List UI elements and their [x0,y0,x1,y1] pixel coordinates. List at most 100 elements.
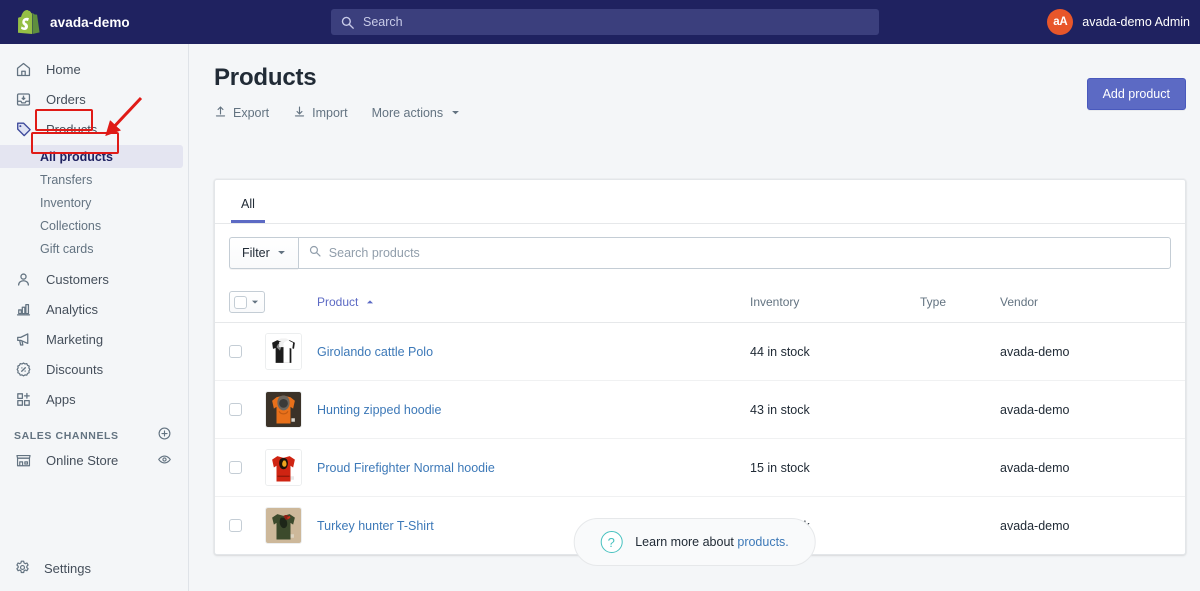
sidebar-subitem-all-products[interactable]: All products [0,145,183,168]
polo-shirt-thumbnail [265,333,302,370]
eye-icon[interactable] [157,452,172,470]
sidebar-item-label: Orders [46,92,86,107]
table-row[interactable]: Proud Firefighter Normal hoodie 15 in st… [215,438,1185,497]
import-button[interactable]: Import [293,105,348,121]
store-name: avada-demo [50,14,130,30]
select-all-header [215,282,265,323]
sidebar-item-label: Discounts [46,362,104,377]
row-vendor: avada-demo [1000,438,1185,497]
column-header-product[interactable]: Product [317,282,750,323]
row-checkbox[interactable] [229,519,242,532]
select-all-checkbox[interactable] [234,295,247,309]
sidebar-item-customers[interactable]: Customers [0,267,188,292]
sidebar-subitem-gift-cards[interactable]: Gift cards [0,237,188,260]
search-products-placeholder: Search products [328,246,420,260]
filter-button[interactable]: Filter [229,237,298,269]
row-inventory: 43 in stock [750,380,920,439]
gear-icon [14,559,31,579]
learn-more-footer: ? Learn more about products. [573,518,816,566]
sidebar-item-label: Customers [46,272,109,287]
plus-circle-icon[interactable] [157,426,172,446]
sidebar-item-analytics[interactable]: Analytics [0,297,188,322]
thumbnail-header [265,282,317,323]
turkey-hunter-tshirt-thumbnail [265,507,302,544]
customer-person-icon [14,270,33,289]
row-inventory: 44 in stock [750,322,920,381]
sidebar-item-products[interactable]: Products [0,117,188,142]
sidebar-item-label: Online Store [46,453,119,468]
row-vendor: avada-demo [1000,380,1185,439]
sidebar-subitem-inventory[interactable]: Inventory [0,191,188,214]
chevron-down-icon [277,246,286,260]
storefront-icon [14,451,33,470]
question-mark-circle-icon: ? [600,531,623,553]
sidebar-subitem-transfers[interactable]: Transfers [0,168,188,191]
more-actions-label: More actions [371,106,444,120]
row-thumbnail-cell [265,380,317,439]
main-content: Products Export Import More actions Add … [189,44,1200,591]
sales-channels-header: SALES CHANNELS [0,424,188,448]
shopify-admin-page: avada-demo Search aA avada-demo Admin Ho… [0,0,1200,591]
sidebar-subitem-label: Transfers [40,172,93,187]
sidebar-item-label: Settings [44,561,91,576]
product-link[interactable]: Turkey hunter T-Shirt [317,519,434,533]
firefighter-hoodie-thumbnail [265,449,302,486]
search-icon [309,244,321,262]
hunting-hoodie-thumbnail [265,391,302,428]
learn-more-text: Learn more about products. [635,535,789,549]
row-vendor: avada-demo [1000,322,1185,381]
sidebar-item-label: Analytics [46,302,99,317]
row-thumbnail-cell [265,497,317,555]
store-brand[interactable]: avada-demo [0,10,190,34]
import-down-icon [293,105,306,121]
products-table: Product Inventory Type Vendor Girolando … [215,282,1185,554]
sidebar-item-marketing[interactable]: Marketing [0,327,188,352]
table-row[interactable]: Hunting zipped hoodie 43 in stock avada-… [215,380,1185,439]
search-icon [341,16,354,29]
apps-grid-plus-icon [14,390,33,409]
export-button[interactable]: Export [214,105,269,121]
sidebar-item-apps[interactable]: Apps [0,387,188,412]
select-all-checkbox-dropdown[interactable] [229,291,265,313]
products-card: All Filter Search products Product Inven… [214,179,1186,555]
sidebar-subitem-label: Collections [40,218,102,233]
sidebar-subitem-collections[interactable]: Collections [0,214,188,237]
column-header-type: Type [920,282,1000,323]
table-header-row: Product Inventory Type Vendor [215,282,1185,323]
row-checkbox-cell [215,497,265,555]
product-link[interactable]: Girolando cattle Polo [317,345,433,359]
table-row[interactable]: Girolando cattle Polo 44 in stock avada-… [215,322,1185,381]
avatar: aA [1047,9,1074,35]
sidebar-item-settings[interactable]: Settings [0,556,189,581]
page-title: Products [214,64,317,91]
row-checkbox[interactable] [229,345,242,358]
sidebar-item-discounts[interactable]: Discounts [0,357,188,382]
sales-channels-label: SALES CHANNELS [14,430,119,442]
sidebar-item-home[interactable]: Home [0,57,188,82]
top-bar: avada-demo Search aA avada-demo Admin [0,0,1200,44]
tab-all[interactable]: All [231,197,265,223]
row-name-cell: Proud Firefighter Normal hoodie [317,438,750,497]
product-link[interactable]: Hunting zipped hoodie [317,403,441,417]
sidebar-item-online-store[interactable]: Online Store [0,448,188,473]
add-product-button[interactable]: Add product [1086,78,1186,110]
chevron-down-icon [451,106,460,120]
row-checkbox[interactable] [229,403,242,416]
sidebar: Home Orders Products All products Transf… [0,44,189,591]
global-search-placeholder: Search [363,15,403,29]
user-menu[interactable]: aA avada-demo Admin [1047,9,1190,35]
shopify-bag-icon [18,10,40,34]
products-help-link[interactable]: products. [737,535,788,549]
row-name-cell: Hunting zipped hoodie [317,380,750,439]
product-link[interactable]: Proud Firefighter Normal hoodie [317,461,495,475]
column-header-vendor: Vendor [1000,282,1185,323]
sidebar-item-orders[interactable]: Orders [0,87,188,112]
row-type [920,497,1000,555]
sidebar-item-label: Products [46,122,98,137]
global-search-input[interactable]: Search [331,9,879,35]
more-actions-button[interactable]: More actions [372,106,461,120]
row-type [920,438,1000,497]
row-checkbox-cell [215,322,265,381]
search-products-input[interactable]: Search products [297,237,1171,269]
row-checkbox[interactable] [229,461,242,474]
